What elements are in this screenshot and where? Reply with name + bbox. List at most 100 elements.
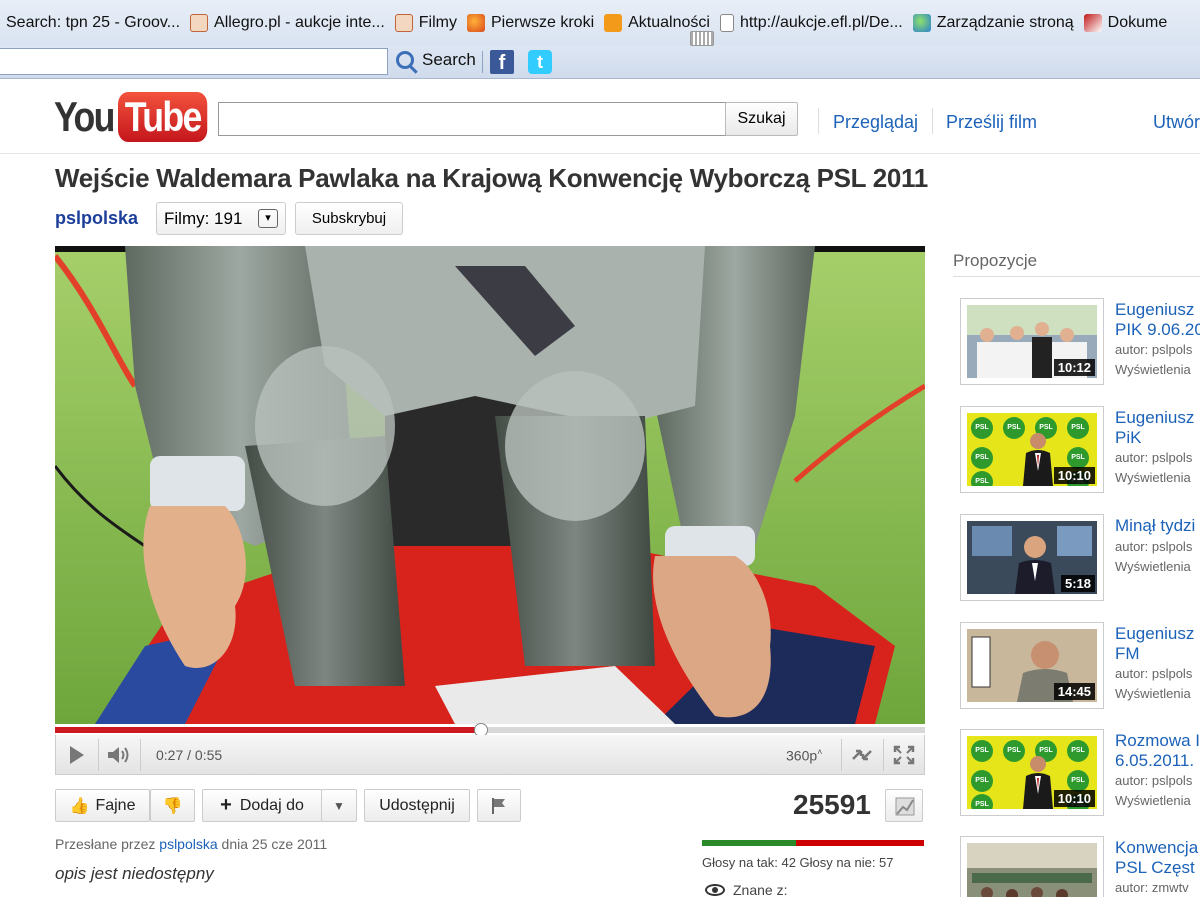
youtube-search-button[interactable]: Szukaj <box>725 102 798 136</box>
flag-icon <box>492 797 505 814</box>
bookmark-item[interactable]: Search: tpn 25 - Groov... <box>6 14 180 32</box>
suggestions-title: Propozycje <box>953 251 1038 270</box>
thumbs-down-icon: 👎 <box>162 797 183 815</box>
video-duration: 10:10 <box>1053 790 1095 807</box>
bookmark-label: Aktualności <box>628 13 710 31</box>
view-count: 25591 <box>793 789 871 820</box>
suggested-views: Wyświetlenia <box>1115 470 1191 485</box>
suggested-video-title[interactable]: Eugeniusz FM <box>1115 624 1200 664</box>
share-button[interactable]: Udostępnij <box>364 789 470 822</box>
video-thumbnail[interactable]: 5:18 <box>960 514 1104 601</box>
facebook-icon[interactable]: f <box>490 50 514 74</box>
add-to-label: Dodaj do <box>239 796 304 814</box>
suggested-views: Wyświetlenia <box>1115 362 1191 377</box>
video-description: opis jest niedostępny <box>55 864 214 883</box>
flag-button[interactable] <box>477 789 521 822</box>
video-title: Wejście Waldemara Pawlaka na Krajową Kon… <box>55 163 928 193</box>
suggested-title-line: Eugeniusz <box>1115 300 1195 319</box>
eye-icon <box>705 884 725 896</box>
globe-icon <box>912 13 931 32</box>
bookmark-item[interactable]: Pierwsze kroki <box>466 13 594 32</box>
suggested-title-line: PiK <box>1115 428 1142 447</box>
search-icon <box>396 51 414 69</box>
twitter-icon[interactable]: t <box>528 50 552 74</box>
popout-button[interactable] <box>842 735 882 775</box>
bookmark-item[interactable]: Zarządzanie stroną <box>912 13 1074 32</box>
suggested-video-title[interactable]: Rozmowa I 6.05.2011. <box>1115 731 1200 771</box>
suggested-video-title[interactable]: Konwencja PSL Częst <box>1115 838 1200 878</box>
add-to-button[interactable]: + Dodaj do <box>202 789 322 822</box>
video-thumbnail[interactable]: 10:12 <box>960 298 1104 385</box>
video-duration: 14:45 <box>1053 683 1095 700</box>
suggested-video[interactable]: 10:12 Eugeniusz PIK 9.06.20 autor: pslpols W… <box>960 298 1200 388</box>
suggested-views: Wyświetlenia <box>1115 559 1191 574</box>
dislike-button[interactable]: 👎 <box>150 789 195 822</box>
like-label: Fajne <box>95 796 136 814</box>
nav-divider <box>932 108 933 134</box>
vote-counts: Głosy na tak: 42 Głosy na nie: 57 <box>702 855 894 870</box>
bookmark-item[interactable]: http://aukcje.efl.pl/De... <box>719 13 903 32</box>
play-icon <box>70 746 84 764</box>
suggested-author: autor: pslpols <box>1115 539 1193 554</box>
known-from-label: Znane z: <box>733 882 788 897</box>
suggested-title-line: Konwencja <box>1115 838 1199 857</box>
known-from[interactable]: Znane z: <box>705 882 787 897</box>
volume-icon <box>108 747 129 763</box>
suggested-video[interactable]: PSLPSLPSLPSLPSLPSLPSLPSL10:10 EugeniuszPi… <box>960 406 1200 496</box>
suggested-title-line: PIK 9.06.20 <box>1115 320 1200 339</box>
bookmark-item[interactable]: Filmy <box>394 13 457 32</box>
suggested-video-title[interactable]: Minął tydzi <box>1115 516 1200 536</box>
channel-films-button[interactable]: Filmy: 191 ▾ <box>156 202 286 235</box>
rss-icon <box>604 13 623 32</box>
suggested-video-title[interactable]: Eugeniusz PIK 9.06.20 <box>1115 300 1200 340</box>
bookmarks-bar: Search: tpn 25 - Groov... Allegro.pl - au… <box>0 0 1200 45</box>
bookmark-label: Zarządzanie stroną <box>936 13 1074 31</box>
bookmark-item[interactable]: Aktualności <box>604 13 710 32</box>
bookmark-label: http://aukcje.efl.pl/De... <box>739 13 903 31</box>
video-thumbnail[interactable]: PSLPSLPSLPSLPSLPSLPSLPSL10:10 <box>960 406 1104 493</box>
keyboard-icon[interactable] <box>690 31 714 46</box>
youtube-logo[interactable]: You Tube <box>54 92 223 142</box>
subscribe-button[interactable]: Subskrybuj <box>295 202 403 235</box>
video-thumbnail[interactable] <box>960 836 1104 897</box>
suggested-author: autor: zmwtv <box>1115 880 1189 895</box>
fullscreen-button[interactable] <box>884 735 924 775</box>
video-thumbnail[interactable]: PSLPSLPSLPSLPSLPSLPSLPSL10:10 <box>960 729 1104 816</box>
video-progress-bar[interactable] <box>55 723 925 737</box>
add-to-dropdown-button[interactable]: ▼ <box>321 789 357 822</box>
youtube-search-input[interactable] <box>218 102 726 136</box>
upload-info: Przesłane przez pslpolska dnia 25 cze 20… <box>55 836 327 852</box>
bookmark-item[interactable]: Dokume <box>1083 13 1167 32</box>
popout-icon <box>852 749 872 761</box>
suggested-video[interactable]: 5:18 Minął tydzi autor: pslpols Wyświetleni… <box>960 514 1200 604</box>
video-player[interactable] <box>55 246 925 724</box>
nav-browse-link[interactable]: Przeglądaj <box>833 112 918 133</box>
chevron-up-icon: ˄ <box>817 747 823 757</box>
suggested-video[interactable]: 14:45 Eugeniusz FM autor: pslpols Wyświetlen… <box>960 622 1200 712</box>
suggested-video[interactable]: PSLPSLPSLPSLPSLPSLPSLPSL10:10 Rozmowa I6.… <box>960 729 1200 819</box>
bookmark-item[interactable]: Allegro.pl - aukcje inte... <box>190 13 385 32</box>
browser-search-input[interactable] <box>0 48 388 75</box>
video-duration: 10:10 <box>1053 467 1095 484</box>
like-ratio-fill <box>702 840 797 846</box>
statistics-button[interactable] <box>885 789 923 822</box>
time-display: 0:27 / 0:55 <box>156 747 223 763</box>
channel-link[interactable]: pslpolska <box>55 208 138 229</box>
video-frame-image <box>55 246 925 724</box>
plus-icon: + <box>220 794 232 816</box>
suggested-video-title[interactable]: Eugeniusz PiK <box>1115 408 1200 448</box>
quality-selector[interactable]: 360p˄ <box>786 747 822 764</box>
suggestions-divider <box>953 276 1200 277</box>
video-thumbnail[interactable]: 14:45 <box>960 622 1104 709</box>
nav-upload-link[interactable]: Prześlij film <box>946 112 1037 133</box>
suggested-title-line: FM <box>1115 644 1140 663</box>
nav-create-link[interactable]: Utwórz <box>1153 112 1200 133</box>
fullscreen-icon <box>893 745 915 765</box>
play-button[interactable] <box>56 735 98 775</box>
suggested-views: Wyświetlenia <box>1115 686 1191 701</box>
like-button[interactable]: 👍 Fajne <box>55 789 150 822</box>
volume-button[interactable] <box>99 735 139 775</box>
uploader-link[interactable]: pslpolska <box>159 836 217 852</box>
browser-search-button[interactable]: Search <box>396 50 476 70</box>
suggested-video[interactable]: Konwencja PSL Częst autor: zmwtv <box>960 836 1200 897</box>
